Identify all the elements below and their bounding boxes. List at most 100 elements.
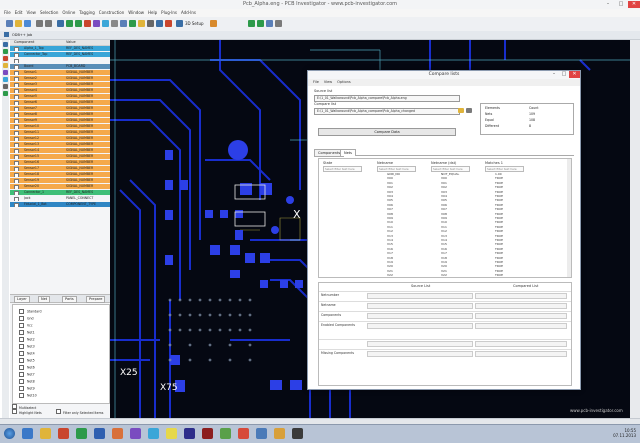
menu-item[interactable]: Tagging [79, 9, 95, 17]
row-checkbox[interactable] [14, 137, 19, 141]
row-checkbox[interactable] [14, 77, 19, 81]
grid-cell[interactable]: V04 [441, 194, 447, 198]
source-list-field[interactable]: E:\1_01_Walkaround\Pcb_Alpha_compare\Pcb… [314, 95, 460, 102]
component-row[interactable]: Sensor4 SIGNAL_NUMBER [10, 88, 110, 93]
pointer-icon[interactable] [3, 42, 8, 47]
detail-source-field[interactable] [367, 323, 473, 329]
tree-item[interactable]: Net10 [19, 393, 99, 398]
row-checkbox[interactable] [14, 71, 19, 75]
tree-item[interactable]: Net3 [19, 344, 99, 349]
drc-icon[interactable] [3, 91, 8, 96]
panel-tab-layer[interactable]: Layer [14, 296, 30, 303]
row-checkbox[interactable] [14, 173, 19, 177]
row-checkbox[interactable] [14, 95, 19, 99]
grid-cell[interactable]: V22 [441, 273, 447, 277]
firefox-icon[interactable] [238, 428, 249, 439]
grid-cell[interactable]: V05 [441, 198, 447, 202]
tree-item[interactable]: Net8 [19, 379, 99, 384]
row-checkbox[interactable] [14, 89, 19, 93]
component-row[interactable]: Sensor15 SIGNAL_NUMBER [10, 154, 110, 159]
grid-cell[interactable]: TRUE [495, 269, 503, 273]
dialog-menu-item[interactable]: Options [337, 79, 351, 86]
menu-item[interactable]: File [4, 9, 11, 17]
component-row[interactable]: Board PCB_BOARD [10, 64, 110, 69]
menu-item[interactable]: Construction [99, 9, 124, 17]
row-checkbox[interactable] [14, 125, 19, 129]
grid-cell[interactable]: TRUE [495, 273, 503, 277]
grid-cell[interactable]: V07 [387, 207, 393, 211]
compare-list-field[interactable]: E:\1_01_Walkaround\Pcb_Alpha_compare\Pcb… [314, 108, 460, 115]
grid-cell[interactable]: V15 [441, 242, 447, 246]
acrobat-icon[interactable] [202, 428, 213, 439]
grid-cell[interactable]: V05 [387, 198, 393, 202]
tree-item[interactable]: Vcc [19, 323, 99, 328]
start-icon[interactable] [4, 428, 15, 439]
highlight-icon[interactable] [138, 20, 145, 27]
tree-item[interactable]: Net1 [19, 330, 99, 335]
grid-cell[interactable]: V20 [441, 264, 447, 268]
component-row[interactable]: Sensor8 SIGNAL_NUMBER [10, 112, 110, 117]
word-icon[interactable] [94, 428, 105, 439]
grid-cell[interactable]: V11 [387, 225, 393, 229]
component-row[interactable]: Connector_Top REF_DES_NAMES [10, 52, 110, 57]
settings-app-icon[interactable] [256, 428, 267, 439]
tree-checkbox[interactable] [19, 330, 24, 335]
detail-compared-field[interactable] [475, 313, 567, 319]
tree-checkbox[interactable] [19, 393, 24, 398]
marker-icon[interactable] [3, 63, 8, 68]
close-button[interactable]: ✕ [628, 1, 640, 8]
component-row[interactable]: Sensor16 SIGNAL_NUMBER [10, 160, 110, 165]
measure-icon[interactable] [84, 20, 91, 27]
component-row[interactable]: Connector_1 REF_DES_NAMES [10, 190, 110, 195]
grid-icon[interactable] [111, 20, 118, 27]
detail-compared-field[interactable] [475, 351, 567, 357]
row-checkbox[interactable] [14, 59, 19, 63]
3d-icon[interactable] [176, 20, 183, 27]
layer-prev-icon[interactable] [266, 20, 273, 27]
row-checkbox[interactable] [14, 47, 19, 51]
view-icon[interactable] [275, 20, 282, 27]
row-checkbox[interactable] [14, 65, 19, 69]
row-checkbox[interactable] [14, 185, 19, 189]
pcb-investigator-icon[interactable] [184, 428, 195, 439]
grid-filter[interactable]: Select filter text here [485, 166, 524, 172]
explorer-icon[interactable] [40, 428, 51, 439]
grid-cell[interactable]: TRUE [495, 256, 503, 260]
grid-cell[interactable]: V08 [387, 212, 393, 216]
grid-cell[interactable]: V02 [387, 185, 393, 189]
detail-compared-field[interactable] [475, 323, 567, 329]
component-row[interactable]: Sensor17 SIGNAL_NUMBER [10, 166, 110, 171]
paint-icon[interactable] [274, 428, 285, 439]
grid-cell[interactable]: TRUE [495, 251, 503, 255]
skype-icon[interactable] [148, 428, 159, 439]
grid-cell[interactable]: V13 [441, 234, 447, 238]
ruler-icon[interactable] [3, 56, 8, 61]
row-checkbox[interactable] [14, 155, 19, 159]
component-row[interactable]: Sensor14 SIGNAL_NUMBER [10, 148, 110, 153]
undo-icon[interactable] [36, 20, 43, 27]
component-row[interactable]: Sensor1 SIGNAL_NUMBER [10, 70, 110, 75]
refresh-icon[interactable] [466, 108, 472, 113]
row-checkbox[interactable] [14, 107, 19, 111]
layer-next-icon[interactable] [257, 20, 264, 27]
component-row[interactable]: Sensor12 SIGNAL_NUMBER [10, 136, 110, 141]
tree-checkbox[interactable] [19, 351, 24, 356]
menu-item[interactable]: Selection [40, 9, 58, 17]
menu-item[interactable]: Edit [15, 9, 23, 17]
grid-cell[interactable]: V01 [387, 181, 393, 185]
grid-cell[interactable]: V22 [387, 273, 393, 277]
grid-cell[interactable]: TRUE [495, 264, 503, 268]
pad-icon[interactable] [120, 20, 127, 27]
canvas-scrollbar[interactable] [630, 40, 640, 418]
menu-item[interactable]: Online [62, 9, 75, 17]
component-row[interactable]: Sensor2 SIGNAL_NUMBER [10, 76, 110, 81]
grid-cell[interactable]: V19 [441, 260, 447, 264]
grid-cell[interactable]: TRUE [495, 198, 503, 202]
grid-cell[interactable]: V17 [441, 251, 447, 255]
component-row[interactable]: Sensor18 SIGNAL_NUMBER [10, 172, 110, 177]
grid-cell[interactable]: TRUE [495, 185, 503, 189]
menu-item[interactable]: Add-Ins [181, 9, 196, 17]
grid-cell[interactable]: TRUE [495, 194, 503, 198]
grid-header[interactable]: Netname [377, 161, 393, 165]
row-checkbox[interactable] [14, 131, 19, 135]
